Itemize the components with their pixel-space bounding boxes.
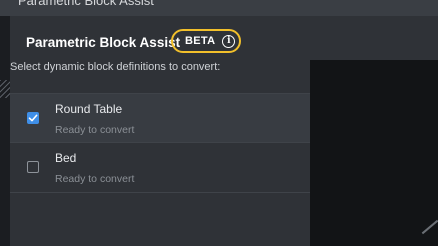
beta-badge[interactable]: BETA i <box>171 29 241 53</box>
drawing-canvas-edge <box>0 16 10 246</box>
instructions-text: Select dynamic block definitions to conv… <box>10 61 221 73</box>
item-status: Ready to convert <box>55 124 135 136</box>
block-definition-list: Round Table Ready to convert Bed Ready t… <box>10 93 310 193</box>
window-titlebar: Parametric Block Assist <box>0 0 438 16</box>
round-table-checkbox[interactable] <box>27 112 39 124</box>
checkmark-icon <box>28 114 38 122</box>
info-icon[interactable]: i <box>222 34 236 48</box>
preview-viewport <box>310 60 438 246</box>
list-item-round-table[interactable]: Round Table Ready to convert <box>10 93 310 143</box>
list-item-bed[interactable]: Bed Ready to convert <box>10 143 310 193</box>
beta-label: BETA <box>185 35 216 47</box>
panel-title: Parametric Block Assist <box>26 35 181 50</box>
window-title: Parametric Block Assist <box>18 0 154 8</box>
bed-checkbox[interactable] <box>27 161 39 173</box>
item-name: Bed <box>55 151 77 165</box>
item-status: Ready to convert <box>55 173 135 185</box>
hatch-pattern <box>0 80 10 98</box>
item-name: Round Table <box>55 102 123 116</box>
